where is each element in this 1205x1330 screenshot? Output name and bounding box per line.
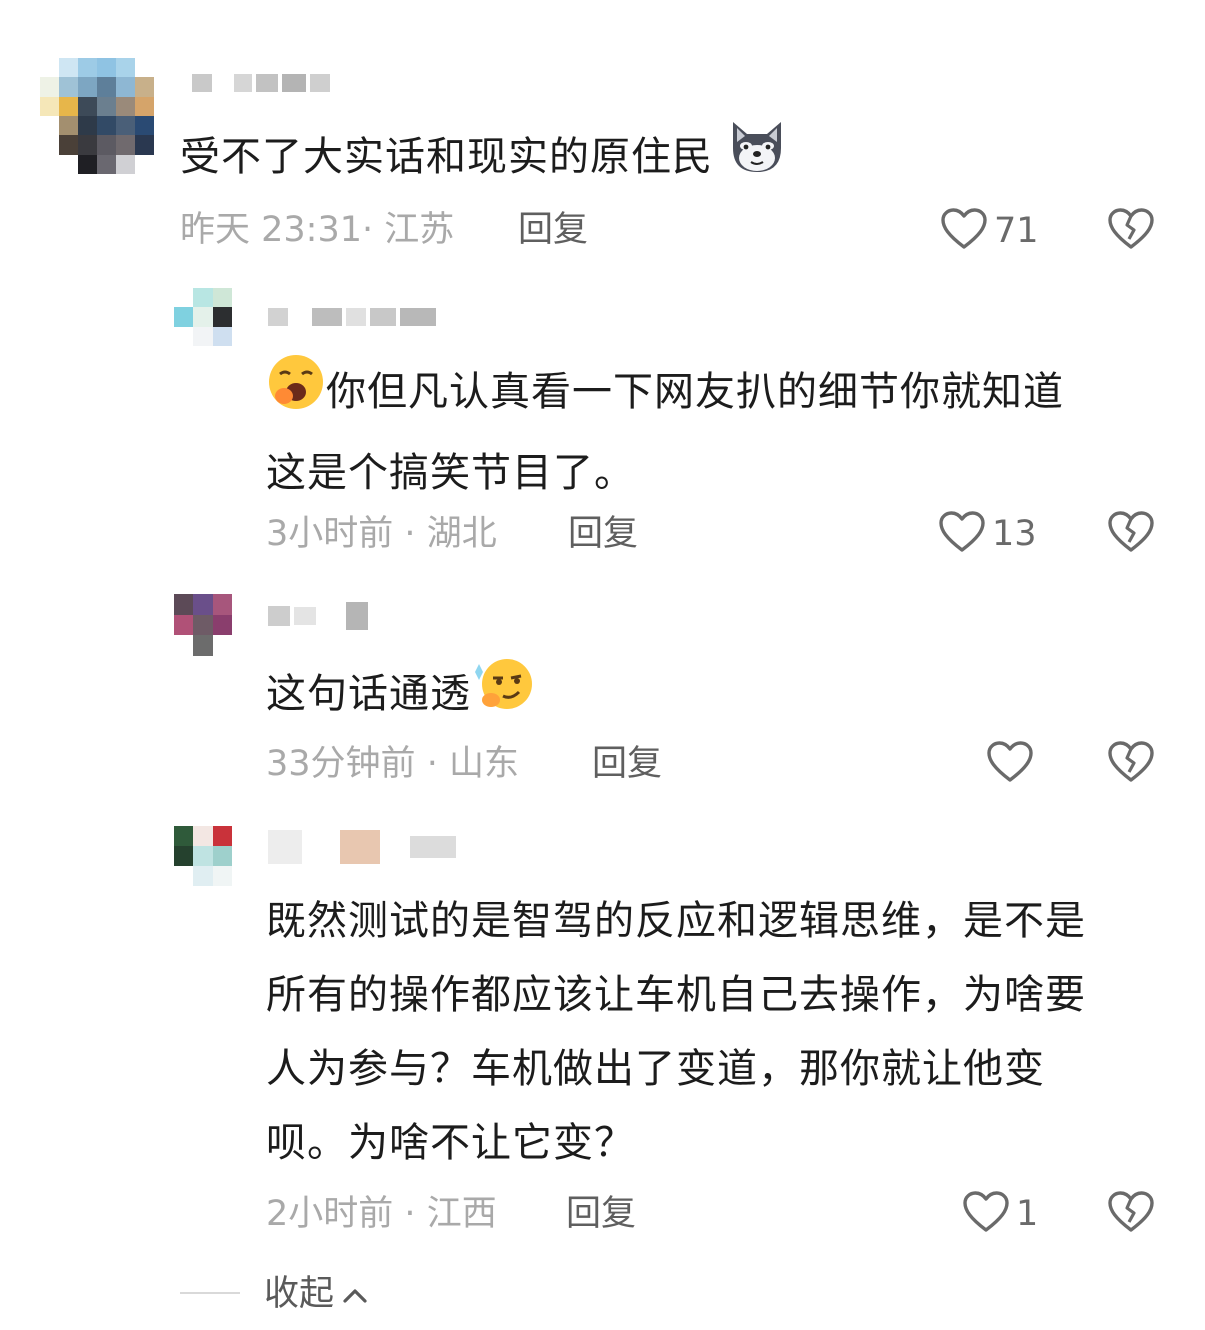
like-button[interactable]: 13 bbox=[938, 510, 1037, 558]
avatar[interactable] bbox=[40, 58, 154, 174]
reply-button[interactable]: 回复 bbox=[568, 514, 638, 554]
broken-heart-icon bbox=[1107, 208, 1155, 255]
like-count: 71 bbox=[994, 211, 1039, 251]
avatar[interactable] bbox=[174, 594, 232, 656]
reply-button[interactable]: 回复 bbox=[518, 210, 588, 250]
username[interactable] bbox=[268, 830, 456, 864]
collapse-label: 收起 bbox=[264, 1274, 335, 1314]
username[interactable] bbox=[268, 308, 436, 326]
username[interactable] bbox=[192, 74, 330, 92]
heart-icon bbox=[986, 740, 1034, 788]
dislike-button[interactable] bbox=[1107, 510, 1155, 558]
comment-text: 受不了大实话和现实的原住民 bbox=[180, 118, 787, 200]
like-button[interactable] bbox=[986, 740, 1040, 788]
like-count: 13 bbox=[992, 514, 1037, 554]
yawning-face-emoji bbox=[266, 352, 326, 436]
avatar[interactable] bbox=[174, 826, 232, 886]
dislike-button[interactable] bbox=[1107, 207, 1155, 255]
comment-text: 这句话通透 bbox=[266, 654, 535, 738]
broken-heart-icon bbox=[1107, 741, 1155, 788]
avatar[interactable] bbox=[174, 288, 232, 346]
comment-meta: 昨天 23:31· 江苏 bbox=[180, 210, 455, 250]
wolf-emoji bbox=[727, 118, 787, 200]
like-count: 1 bbox=[1016, 1194, 1039, 1234]
heart-icon bbox=[940, 207, 988, 255]
collapse-replies-button[interactable]: 收起 bbox=[264, 1274, 368, 1314]
comment-meta: 3小时前 · 湖北 bbox=[266, 514, 497, 554]
reply-button[interactable]: 回复 bbox=[592, 744, 662, 784]
heart-icon bbox=[962, 1190, 1010, 1238]
divider bbox=[180, 1292, 240, 1294]
heart-icon bbox=[938, 510, 986, 558]
broken-heart-icon bbox=[1107, 511, 1155, 558]
broken-heart-icon bbox=[1107, 1191, 1155, 1238]
smirking-thinking-emoji bbox=[471, 654, 535, 738]
dislike-button[interactable] bbox=[1107, 740, 1155, 788]
chevron-up-icon bbox=[342, 1274, 368, 1314]
like-button[interactable]: 1 bbox=[962, 1190, 1038, 1238]
comment-text: 你但凡认真看一下网友扒的细节你就知道 这是个搞笑节目了。 bbox=[266, 352, 1064, 510]
comment-meta: 2小时前 · 江西 bbox=[266, 1194, 497, 1234]
username[interactable] bbox=[268, 602, 368, 630]
like-button[interactable]: 71 bbox=[940, 207, 1039, 255]
dislike-button[interactable] bbox=[1107, 1190, 1155, 1238]
comment-text: 既然测试的是智驾的反应和逻辑思维，是不是 所有的操作都应该让车机自己去操作，为啥… bbox=[266, 898, 1086, 1166]
reply-button[interactable]: 回复 bbox=[566, 1194, 636, 1234]
comment-meta: 33分钟前 · 山东 bbox=[266, 744, 519, 784]
